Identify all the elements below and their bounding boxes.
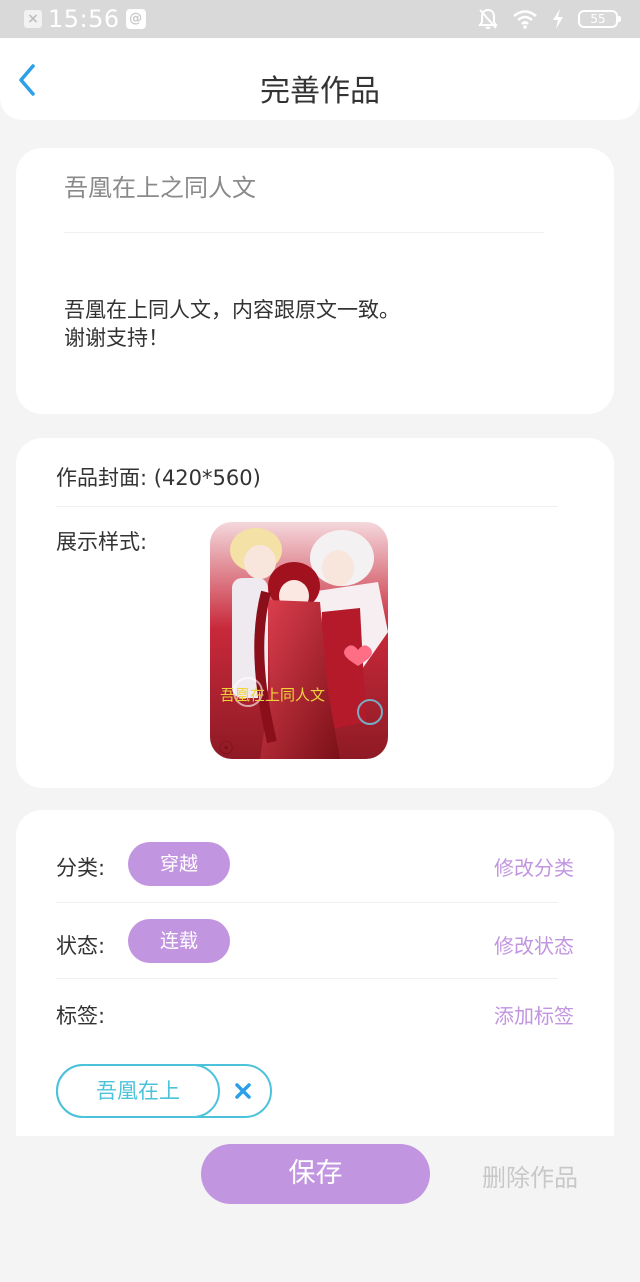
- add-tag-button[interactable]: 添加标签: [494, 1000, 574, 1029]
- cover-card: 作品封面: (420*560) 展示样式: 吾凰在上同人文 ☉: [16, 438, 614, 788]
- edit-category-button[interactable]: 修改分类: [494, 852, 574, 881]
- status-bar-right: 55: [478, 8, 621, 30]
- divider: [56, 978, 558, 979]
- cover-image[interactable]: 吾凰在上同人文 ☉: [210, 522, 388, 759]
- remove-tag-button[interactable]: [230, 1078, 256, 1104]
- delete-work-button[interactable]: 删除作品: [482, 1158, 578, 1193]
- wifi-icon: [513, 10, 537, 29]
- status-badge: 连载: [128, 919, 230, 963]
- page-title: 完善作品: [260, 74, 380, 109]
- divider: [56, 902, 558, 903]
- divider: [56, 506, 558, 507]
- bell-off-icon: [478, 8, 498, 29]
- tag-chip: 吾凰在上: [56, 1064, 272, 1118]
- tags-label: 标签:: [56, 1004, 106, 1028]
- edit-status-button[interactable]: 修改状态: [494, 930, 574, 959]
- work-title-input[interactable]: 吾凰在上之同人文: [64, 168, 256, 203]
- details-card: 分类: 穿越 修改分类 状态: 连载 修改状态 标签: 添加标签 吾凰在上: [16, 810, 614, 1136]
- at-icon: @: [125, 9, 146, 29]
- close-box-icon: ×: [24, 10, 42, 28]
- status-bar: × 15:56 @ 55: [0, 0, 640, 38]
- battery-icon: 55: [578, 10, 621, 28]
- description-line: 吾凰在上同人文，内容跟原文一致。: [64, 298, 400, 322]
- category-badge: 穿越: [128, 842, 230, 886]
- status-time: 15:56: [48, 5, 120, 33]
- status-bar-left: × 15:56 @: [24, 5, 146, 33]
- display-style-label: 展示样式:: [56, 530, 148, 554]
- work-description-input[interactable]: 吾凰在上同人文，内容跟原文一致。 谢谢支持！: [64, 296, 400, 352]
- charging-icon: [553, 9, 563, 29]
- divider: [64, 232, 544, 233]
- tag-label: 吾凰在上: [56, 1064, 220, 1118]
- close-icon: [235, 1083, 251, 1099]
- cover-label: 作品封面: (420*560): [56, 466, 261, 490]
- battery-level: 55: [590, 12, 606, 26]
- category-label: 分类:: [56, 856, 106, 880]
- description-line: 谢谢支持！: [64, 326, 169, 350]
- status-label: 状态:: [56, 934, 106, 958]
- save-button[interactable]: 保存: [201, 1144, 430, 1204]
- cover-caption: 吾凰在上同人文: [220, 686, 325, 704]
- header: 完善作品: [0, 38, 640, 120]
- work-info-card: 吾凰在上之同人文 吾凰在上同人文，内容跟原文一致。 谢谢支持！: [16, 148, 614, 414]
- svg-text:☉: ☉: [218, 738, 234, 759]
- cover-illustration: 吾凰在上同人文 ☉: [210, 522, 388, 759]
